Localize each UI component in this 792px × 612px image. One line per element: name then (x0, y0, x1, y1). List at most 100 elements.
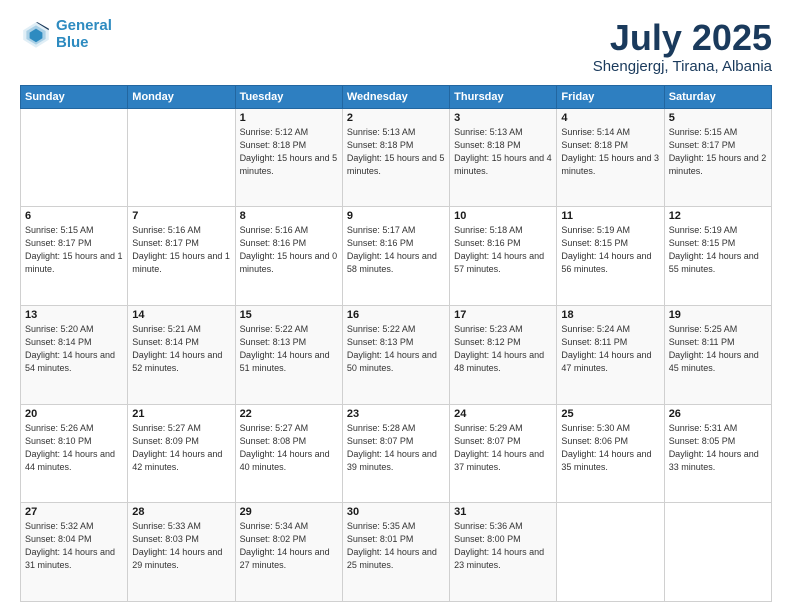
calendar-cell: 4 Sunrise: 5:14 AM Sunset: 8:18 PM Daylig… (557, 108, 664, 207)
calendar-cell: 10Sunrise: 5:18 AM Sunset: 8:16 PM Dayli… (450, 207, 557, 306)
calendar-cell: 8 Sunrise: 5:16 AM Sunset: 8:16 PM Daylig… (235, 207, 342, 306)
calendar-cell: 6Sunrise: 5:15 AM Sunset: 8:17 PM Daylig… (21, 207, 128, 306)
calendar-cell: 23 Sunrise: 5:28 AM Sunset: 8:07 PM Dayli… (342, 404, 449, 503)
calendar-cell: 11 Sunrise: 5:19 AM Sunset: 8:15 PM Dayli… (557, 207, 664, 306)
day-number: 26 (669, 408, 767, 420)
day-detail: Sunrise: 5:29 AM Sunset: 8:07 PM Dayligh… (454, 422, 552, 474)
header-row: SundayMondayTuesdayWednesdayThursdayFrid… (21, 85, 772, 108)
logo-line1: General (56, 17, 112, 34)
main-title: July 2025 (593, 18, 772, 58)
day-number: 2 (347, 112, 445, 124)
day-detail: Sunrise: 5:26 AM Sunset: 8:10 PM Dayligh… (25, 422, 123, 474)
calendar-cell: 7Sunrise: 5:16 AM Sunset: 8:17 PM Daylig… (128, 207, 235, 306)
week-row-4: 27Sunrise: 5:32 AM Sunset: 8:04 PM Dayli… (21, 503, 772, 602)
day-number: 16 (347, 309, 445, 321)
week-row-1: 6Sunrise: 5:15 AM Sunset: 8:17 PM Daylig… (21, 207, 772, 306)
day-detail: Sunrise: 5:12 AM Sunset: 8:18 PM Dayligh… (240, 126, 338, 178)
calendar-cell: 28 Sunrise: 5:33 AM Sunset: 8:03 PM Dayli… (128, 503, 235, 602)
calendar-cell: 5Sunrise: 5:15 AM Sunset: 8:17 PM Daylig… (664, 108, 771, 207)
day-detail: Sunrise: 5:33 AM Sunset: 8:03 PM Dayligh… (132, 520, 230, 572)
day-detail: Sunrise: 5:18 AM Sunset: 8:16 PM Dayligh… (454, 224, 552, 276)
calendar-cell: 27Sunrise: 5:32 AM Sunset: 8:04 PM Dayli… (21, 503, 128, 602)
calendar-cell: 30 Sunrise: 5:35 AM Sunset: 8:01 PM Dayli… (342, 503, 449, 602)
calendar-cell: 17 Sunrise: 5:23 AM Sunset: 8:12 PM Dayli… (450, 305, 557, 404)
week-row-0: 1Sunrise: 5:12 AM Sunset: 8:18 PM Daylig… (21, 108, 772, 207)
day-detail: Sunrise: 5:13 AM Sunset: 8:18 PM Dayligh… (454, 126, 552, 178)
day-detail: Sunrise: 5:25 AM Sunset: 8:11 PM Dayligh… (669, 323, 767, 375)
calendar-cell: 19 Sunrise: 5:25 AM Sunset: 8:11 PM Dayli… (664, 305, 771, 404)
day-detail: Sunrise: 5:24 AM Sunset: 8:11 PM Dayligh… (561, 323, 659, 375)
col-header-thursday: Thursday (450, 85, 557, 108)
header: General Blue July 2025 Shengjergj, Tiran… (20, 18, 772, 75)
day-detail: Sunrise: 5:22 AM Sunset: 8:13 PM Dayligh… (347, 323, 445, 375)
day-number: 11 (561, 210, 659, 222)
logo-icon (20, 19, 52, 51)
calendar-cell: 22 Sunrise: 5:27 AM Sunset: 8:08 PM Dayli… (235, 404, 342, 503)
day-number: 12 (669, 210, 767, 222)
day-number: 23 (347, 408, 445, 420)
calendar-cell: 31Sunrise: 5:36 AM Sunset: 8:00 PM Dayli… (450, 503, 557, 602)
day-detail: Sunrise: 5:15 AM Sunset: 8:17 PM Dayligh… (669, 126, 767, 178)
day-detail: Sunrise: 5:20 AM Sunset: 8:14 PM Dayligh… (25, 323, 123, 375)
calendar-cell: 9 Sunrise: 5:17 AM Sunset: 8:16 PM Daylig… (342, 207, 449, 306)
logo: General Blue (20, 18, 112, 51)
day-number: 9 (347, 210, 445, 222)
calendar-cell: 21 Sunrise: 5:27 AM Sunset: 8:09 PM Dayli… (128, 404, 235, 503)
day-detail: Sunrise: 5:19 AM Sunset: 8:15 PM Dayligh… (561, 224, 659, 276)
calendar-cell: 20Sunrise: 5:26 AM Sunset: 8:10 PM Dayli… (21, 404, 128, 503)
day-detail: Sunrise: 5:35 AM Sunset: 8:01 PM Dayligh… (347, 520, 445, 572)
day-detail: Sunrise: 5:27 AM Sunset: 8:09 PM Dayligh… (132, 422, 230, 474)
calendar-cell: 12 Sunrise: 5:19 AM Sunset: 8:15 PM Dayli… (664, 207, 771, 306)
col-header-friday: Friday (557, 85, 664, 108)
day-number: 13 (25, 309, 123, 321)
calendar-cell: 2Sunrise: 5:13 AM Sunset: 8:18 PM Daylig… (342, 108, 449, 207)
day-detail: Sunrise: 5:27 AM Sunset: 8:08 PM Dayligh… (240, 422, 338, 474)
calendar-cell: 15Sunrise: 5:22 AM Sunset: 8:13 PM Dayli… (235, 305, 342, 404)
day-number: 22 (240, 408, 338, 420)
col-header-saturday: Saturday (664, 85, 771, 108)
calendar-cell (557, 503, 664, 602)
day-number: 28 (132, 506, 230, 518)
calendar-cell (128, 108, 235, 207)
day-number: 25 (561, 408, 659, 420)
day-detail: Sunrise: 5:31 AM Sunset: 8:05 PM Dayligh… (669, 422, 767, 474)
logo-text: General Blue (56, 18, 112, 51)
subtitle: Shengjergj, Tirana, Albania (593, 58, 772, 75)
day-number: 30 (347, 506, 445, 518)
day-number: 4 (561, 112, 659, 124)
day-number: 19 (669, 309, 767, 321)
title-block: July 2025 Shengjergj, Tirana, Albania (593, 18, 772, 75)
day-detail: Sunrise: 5:28 AM Sunset: 8:07 PM Dayligh… (347, 422, 445, 474)
day-detail: Sunrise: 5:14 AM Sunset: 8:18 PM Dayligh… (561, 126, 659, 178)
day-detail: Sunrise: 5:16 AM Sunset: 8:17 PM Dayligh… (132, 224, 230, 276)
calendar-cell (664, 503, 771, 602)
day-number: 21 (132, 408, 230, 420)
day-detail: Sunrise: 5:34 AM Sunset: 8:02 PM Dayligh… (240, 520, 338, 572)
day-detail: Sunrise: 5:22 AM Sunset: 8:13 PM Dayligh… (240, 323, 338, 375)
day-detail: Sunrise: 5:21 AM Sunset: 8:14 PM Dayligh… (132, 323, 230, 375)
calendar-cell: 24Sunrise: 5:29 AM Sunset: 8:07 PM Dayli… (450, 404, 557, 503)
calendar-cell: 14 Sunrise: 5:21 AM Sunset: 8:14 PM Dayli… (128, 305, 235, 404)
day-detail: Sunrise: 5:15 AM Sunset: 8:17 PM Dayligh… (25, 224, 123, 276)
calendar-cell: 3Sunrise: 5:13 AM Sunset: 8:18 PM Daylig… (450, 108, 557, 207)
day-number: 27 (25, 506, 123, 518)
day-number: 14 (132, 309, 230, 321)
calendar-cell: 1Sunrise: 5:12 AM Sunset: 8:18 PM Daylig… (235, 108, 342, 207)
day-detail: Sunrise: 5:30 AM Sunset: 8:06 PM Dayligh… (561, 422, 659, 474)
col-header-sunday: Sunday (21, 85, 128, 108)
day-detail: Sunrise: 5:23 AM Sunset: 8:12 PM Dayligh… (454, 323, 552, 375)
calendar-cell (21, 108, 128, 207)
col-header-wednesday: Wednesday (342, 85, 449, 108)
calendar-table: SundayMondayTuesdayWednesdayThursdayFrid… (20, 85, 772, 602)
day-detail: Sunrise: 5:17 AM Sunset: 8:16 PM Dayligh… (347, 224, 445, 276)
week-row-3: 20Sunrise: 5:26 AM Sunset: 8:10 PM Dayli… (21, 404, 772, 503)
calendar-cell: 26 Sunrise: 5:31 AM Sunset: 8:05 PM Dayli… (664, 404, 771, 503)
day-number: 17 (454, 309, 552, 321)
col-header-tuesday: Tuesday (235, 85, 342, 108)
day-detail: Sunrise: 5:36 AM Sunset: 8:00 PM Dayligh… (454, 520, 552, 572)
week-row-2: 13 Sunrise: 5:20 AM Sunset: 8:14 PM Dayli… (21, 305, 772, 404)
day-detail: Sunrise: 5:19 AM Sunset: 8:15 PM Dayligh… (669, 224, 767, 276)
day-detail: Sunrise: 5:16 AM Sunset: 8:16 PM Dayligh… (240, 224, 338, 276)
day-number: 8 (240, 210, 338, 222)
day-number: 29 (240, 506, 338, 518)
